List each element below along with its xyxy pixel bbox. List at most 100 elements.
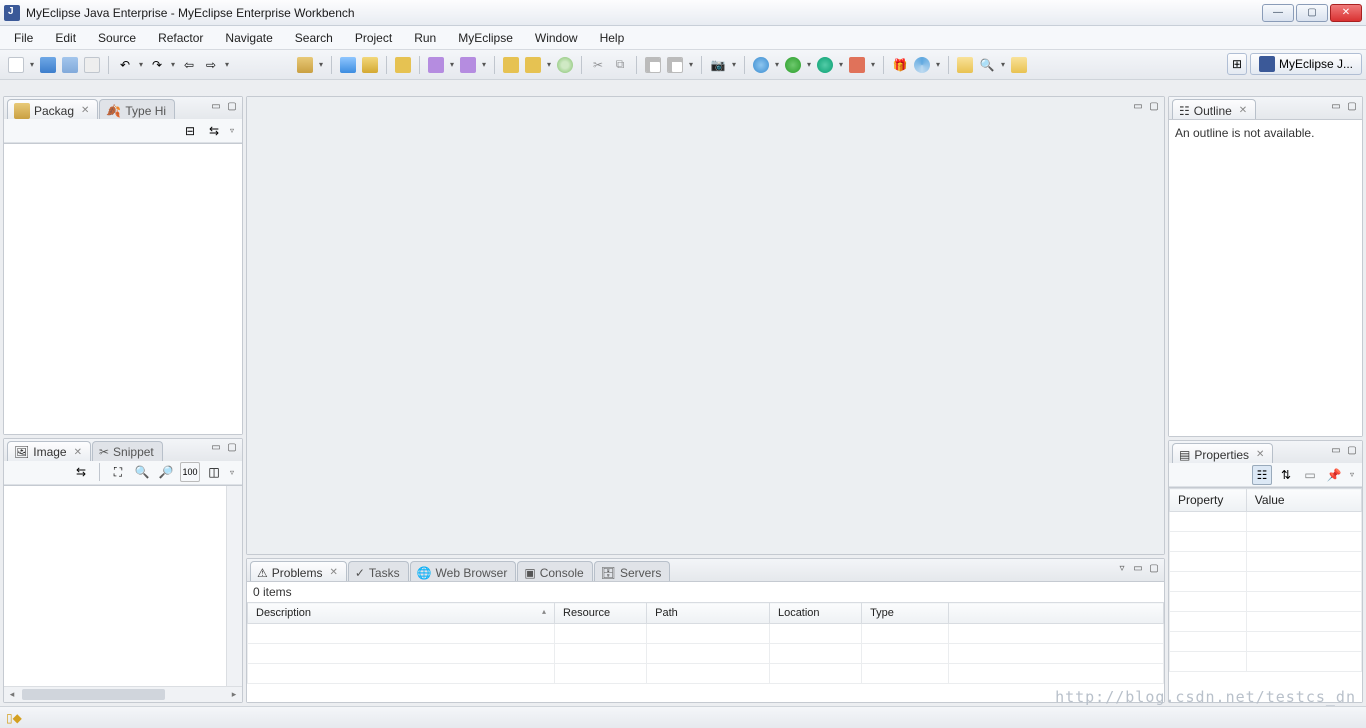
new-button[interactable] (6, 55, 26, 75)
close-icon[interactable]: ✕ (329, 567, 337, 578)
folder2-button[interactable] (1009, 55, 1029, 75)
zoom-in-button[interactable]: 🔎 (156, 462, 176, 482)
close-button[interactable]: ✕ (1330, 4, 1362, 22)
properties-table[interactable]: Property Value (1169, 488, 1362, 672)
col-location[interactable]: Location (769, 603, 861, 624)
close-icon[interactable]: ✕ (74, 447, 82, 458)
collapse-all-button[interactable]: ⊟ (180, 121, 200, 141)
open-perspective-button[interactable]: ⊞ (1227, 53, 1247, 75)
zoom-out-button[interactable]: 🔍 (132, 462, 152, 482)
col-path[interactable]: Path (647, 603, 770, 624)
close-icon[interactable]: ✕ (1239, 105, 1247, 116)
tab-servers[interactable]: 🗄Servers (594, 561, 671, 581)
menu-source[interactable]: Source (88, 28, 146, 48)
scrollbar-horizontal[interactable]: ◂▸ (4, 686, 242, 702)
minimize-button[interactable]: — (1262, 4, 1294, 22)
tab-console[interactable]: ▣Console (517, 561, 592, 581)
link-editor-button[interactable]: ⇆ (204, 121, 224, 141)
defaults-button[interactable]: ▭ (1300, 465, 1320, 485)
tab-problems[interactable]: ⚠Problems✕ (250, 561, 347, 581)
menu-refactor[interactable]: Refactor (148, 28, 213, 48)
maximize-button[interactable]: ▢ (1296, 4, 1328, 22)
crop-button[interactable]: ◫ (204, 462, 224, 482)
debug-button[interactable] (751, 55, 771, 75)
search-button[interactable]: 🔍 (977, 55, 997, 75)
categories-button[interactable]: ☷ (1252, 465, 1272, 485)
sync-button[interactable]: ⇆ (71, 462, 91, 482)
camera-button[interactable]: 📷 (708, 55, 728, 75)
maximize-view-button[interactable]: ▢ (1345, 99, 1359, 113)
forward-button[interactable]: ⇨ (201, 55, 221, 75)
server-button[interactable] (393, 55, 413, 75)
col-description[interactable]: Description (248, 603, 555, 624)
refresh-button[interactable] (912, 55, 932, 75)
tab-outline[interactable]: ☷Outline✕ (1172, 99, 1256, 119)
cut-button[interactable]: ✂ (588, 55, 608, 75)
maximize-view-button[interactable]: ▢ (225, 99, 239, 113)
menu-file[interactable]: File (4, 28, 43, 48)
col-resource[interactable]: Resource (555, 603, 647, 624)
deploy-button[interactable] (338, 55, 358, 75)
back-button[interactable]: ⇦ (179, 55, 199, 75)
wizard2-button[interactable] (458, 55, 478, 75)
menu-run[interactable]: Run (404, 28, 446, 48)
zoom-100-button[interactable]: 100 (180, 462, 200, 482)
menu-project[interactable]: Project (345, 28, 402, 48)
scrollbar-vertical[interactable] (226, 486, 242, 686)
ext-button[interactable] (847, 55, 867, 75)
tab-type-hierarchy[interactable]: 🍂Type Hi (99, 99, 175, 119)
editor-body[interactable] (247, 119, 1164, 554)
perspective-myeclipse[interactable]: MyEclipse J... (1250, 53, 1362, 75)
menu-help[interactable]: Help (590, 28, 635, 48)
close-icon[interactable]: ✕ (1256, 449, 1264, 460)
image-body[interactable] (4, 485, 242, 686)
filter-button[interactable]: ⇅ (1276, 465, 1296, 485)
save-all-button[interactable] (60, 55, 80, 75)
view-menu-icon[interactable]: ▿ (1115, 561, 1129, 575)
package-explorer-body[interactable] (4, 143, 242, 434)
print-button[interactable] (82, 55, 102, 75)
globe-button[interactable] (555, 55, 575, 75)
menu-edit[interactable]: Edit (45, 28, 86, 48)
tab-tasks[interactable]: ✓Tasks (348, 561, 409, 581)
tab-snippet[interactable]: ✂Snippet (92, 441, 163, 461)
pin-button[interactable]: 📌 (1324, 465, 1344, 485)
view-menu-icon[interactable]: ▿ (228, 468, 236, 477)
tab-web-browser[interactable]: 🌐Web Browser (410, 561, 517, 581)
minimize-view-button[interactable]: ▭ (1329, 443, 1343, 457)
minimize-view-button[interactable]: ▭ (1131, 99, 1145, 113)
stop-server-button[interactable] (523, 55, 543, 75)
menu-search[interactable]: Search (285, 28, 343, 48)
menu-window[interactable]: Window (525, 28, 588, 48)
minimize-view-button[interactable]: ▭ (1329, 99, 1343, 113)
runext-button[interactable] (815, 55, 835, 75)
minimize-view-button[interactable]: ▭ (1131, 561, 1145, 575)
undo-button[interactable]: ↶ (115, 55, 135, 75)
menu-navigate[interactable]: Navigate (215, 28, 282, 48)
gift-button[interactable]: 🎁 (890, 55, 910, 75)
copy-button[interactable]: ⧉ (610, 55, 630, 75)
deploy2-button[interactable] (360, 55, 380, 75)
maximize-view-button[interactable]: ▢ (225, 441, 239, 455)
maximize-view-button[interactable]: ▢ (1147, 99, 1161, 113)
new-dropdown-icon[interactable]: ▾ (28, 60, 36, 69)
run-button[interactable] (783, 55, 803, 75)
folder-button[interactable] (955, 55, 975, 75)
maximize-view-button[interactable]: ▢ (1147, 561, 1161, 575)
close-icon[interactable]: ✕ (81, 105, 89, 116)
grid1-button[interactable] (643, 55, 663, 75)
tab-image[interactable]: 🖼Image✕ (7, 441, 91, 461)
view-menu-icon[interactable]: ▿ (228, 126, 236, 135)
minimize-view-button[interactable]: ▭ (209, 99, 223, 113)
menu-myeclipse[interactable]: MyEclipse (448, 28, 523, 48)
wizard1-button[interactable] (426, 55, 446, 75)
zoom-fit-button[interactable]: ⛶ (108, 462, 128, 482)
col-type[interactable]: Type (862, 603, 949, 624)
tab-properties[interactable]: ▤Properties✕ (1172, 443, 1273, 463)
save-button[interactable] (38, 55, 58, 75)
problems-table[interactable]: DescriptionResourcePathLocationType (247, 602, 1164, 684)
tab-package-explorer[interactable]: Packag✕ (7, 99, 98, 119)
view-menu-icon[interactable]: ▿ (1348, 470, 1356, 479)
grid2-button[interactable] (665, 55, 685, 75)
maximize-view-button[interactable]: ▢ (1345, 443, 1359, 457)
